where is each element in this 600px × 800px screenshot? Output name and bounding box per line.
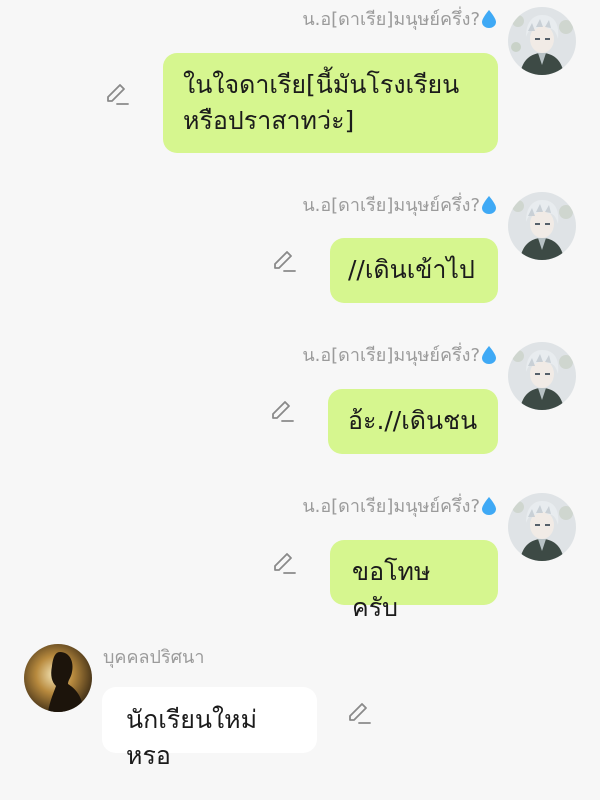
sender-name: น.อ[ดาเรีย]มนุษย์ครึ่ง? <box>302 194 496 218</box>
sender-avatar[interactable] <box>24 644 92 712</box>
anime-boy-avatar-icon <box>508 192 576 260</box>
sender-avatar[interactable] <box>508 342 576 410</box>
sender-name: น.อ[ดาเรีย]มนุษย์ครึ่ง? <box>302 344 496 368</box>
water-drop-icon <box>482 497 496 515</box>
sender-name: บุคคลปริศนา <box>103 647 205 668</box>
pencil-icon[interactable] <box>104 81 130 107</box>
pencil-icon[interactable] <box>269 398 295 424</box>
pencil-icon[interactable] <box>271 248 297 274</box>
message-bubble[interactable]: ในใจดาเรีย[นี้มันโรงเรียน หรือปราสาทว่ะ] <box>163 53 498 153</box>
message-bubble[interactable]: //เดินเข้าไป <box>330 238 498 303</box>
water-drop-icon <box>482 196 496 214</box>
silhouette-avatar-icon <box>24 644 92 712</box>
sender-name: น.อ[ดาเรีย]มนุษย์ครึ่ง? <box>302 8 496 32</box>
chat-view: น.อ[ดาเรีย]มนุษย์ครึ่ง? ในใจดาเรีย[นี้มั… <box>0 0 600 800</box>
pencil-icon[interactable] <box>346 700 372 726</box>
anime-boy-avatar-icon <box>508 493 576 561</box>
pencil-icon[interactable] <box>271 550 297 576</box>
message-bubble[interactable]: อ้ะ.//เดินชน <box>328 389 498 454</box>
water-drop-icon <box>482 10 496 28</box>
water-drop-icon <box>482 346 496 364</box>
anime-boy-avatar-icon <box>508 7 576 75</box>
sender-avatar[interactable] <box>508 7 576 75</box>
sender-avatar[interactable] <box>508 192 576 260</box>
message-bubble[interactable]: ขอโทษครับ <box>330 540 498 622</box>
anime-boy-avatar-icon <box>508 342 576 410</box>
sender-name: น.อ[ดาเรีย]มนุษย์ครึ่ง? <box>302 495 496 519</box>
sender-avatar[interactable] <box>508 493 576 561</box>
message-bubble[interactable]: นักเรียนใหม่หรอ <box>102 687 317 770</box>
